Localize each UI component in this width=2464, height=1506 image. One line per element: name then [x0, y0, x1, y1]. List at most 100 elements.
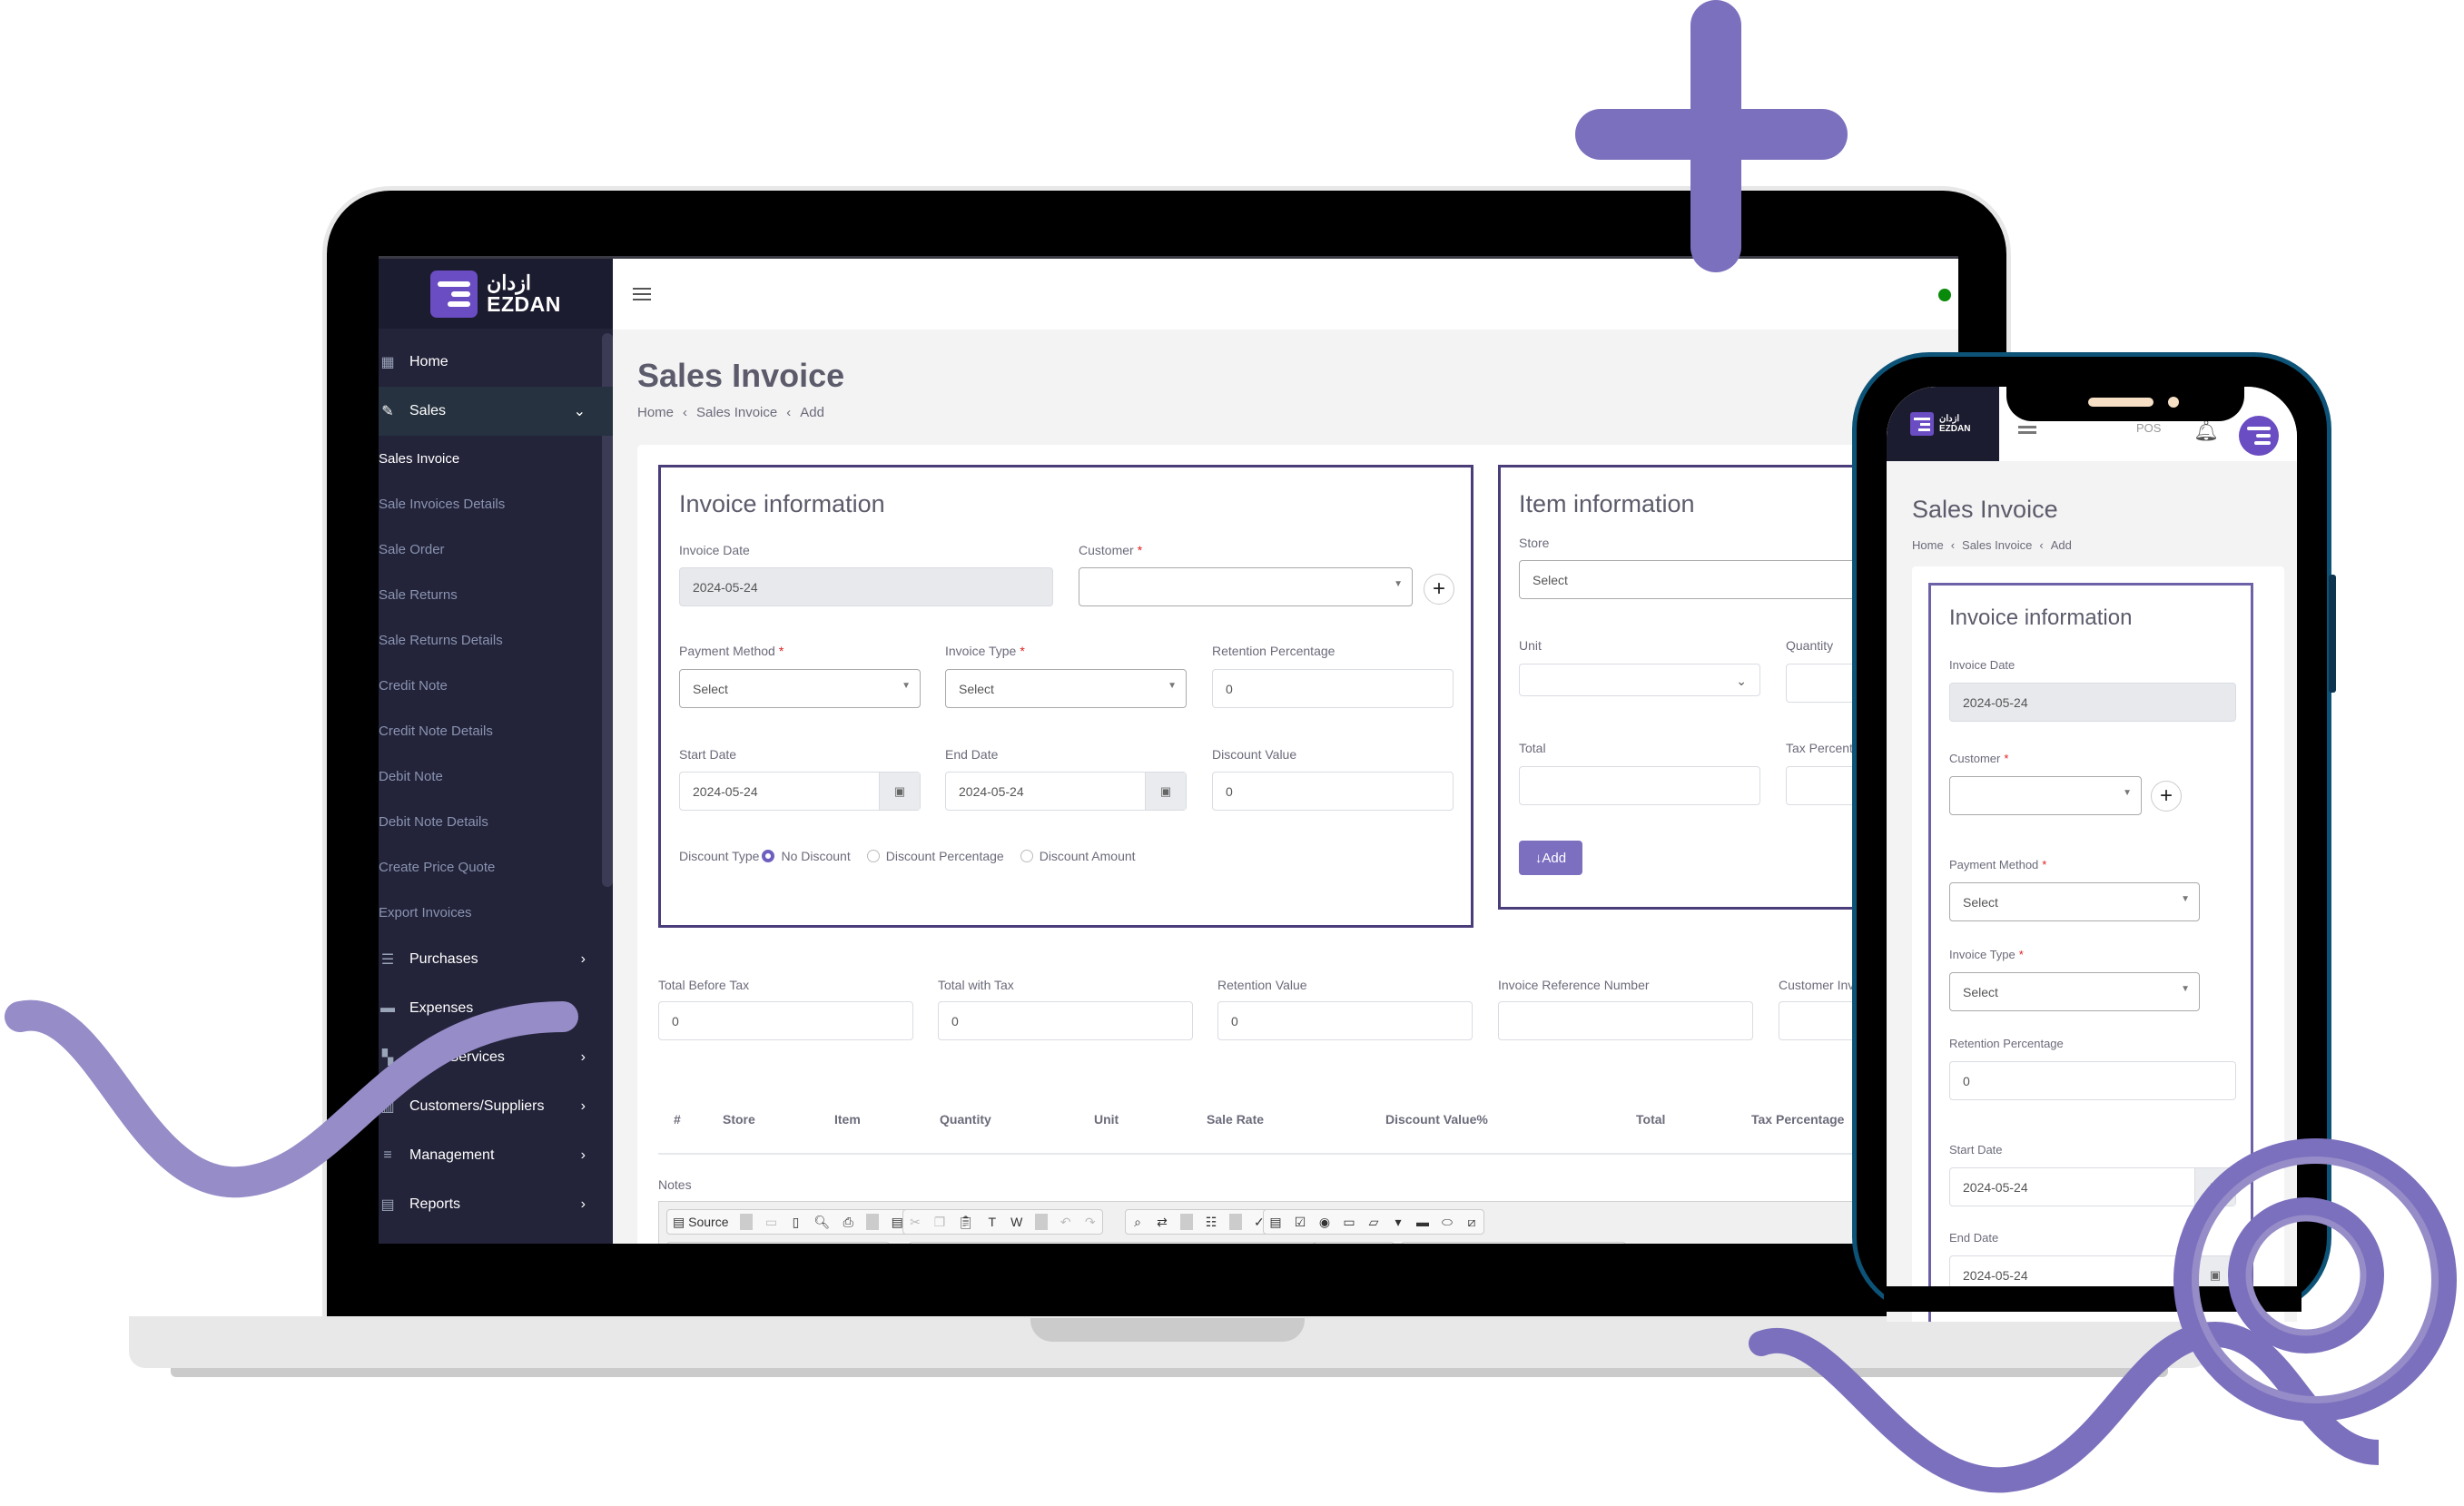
sidebar-subitem-debit-note-details[interactable]: Debit Note Details [379, 799, 613, 844]
undo-icon[interactable]: ↶ [1060, 1215, 1072, 1230]
sidebar-subitem-sale-order[interactable]: Sale Order [379, 527, 613, 572]
invoice-type-select[interactable]: Select ▼ [945, 669, 1187, 708]
add-button-label: Add [1542, 850, 1567, 866]
sidebar-subitem-debit-note[interactable]: Debit Note [379, 753, 613, 799]
start-date-input[interactable]: 2024-05-24 ▣ [679, 772, 921, 811]
add-customer-button[interactable]: + [1424, 574, 1454, 605]
notification-bell-icon[interactable]: 🔔︎ [2193, 419, 2219, 443]
user-avatar[interactable] [2239, 416, 2279, 456]
paste-text-icon[interactable]: T [986, 1215, 999, 1229]
radio-icon[interactable]: ◉ [1318, 1215, 1331, 1230]
add-item-button[interactable]: ↓ Add [1519, 841, 1582, 875]
table-header-discount-value: Discount Value% [1385, 1112, 1488, 1127]
hidden-field-icon[interactable]: ⧄ [1465, 1215, 1478, 1230]
new-page-icon[interactable]: ▯ [789, 1215, 802, 1230]
sidebar-item-home[interactable]: ▦ Home [379, 338, 613, 387]
unit-select[interactable]: ⌄ [1519, 664, 1760, 696]
select-field-icon[interactable]: ▾ [1392, 1215, 1404, 1230]
breadcrumb: Home ‹ Sales Invoice ‹ Add [1912, 538, 2072, 552]
sidebar-subitem-sale-returns[interactable]: Sale Returns [379, 572, 613, 617]
radio-no-discount[interactable] [762, 850, 775, 862]
cut-icon[interactable]: ✂ [909, 1215, 922, 1230]
online-status-indicator [1938, 289, 1951, 301]
redo-icon[interactable]: ↷ [1084, 1215, 1097, 1230]
preview-icon[interactable]: 🔍︎ [813, 1215, 830, 1230]
image-button-icon[interactable]: ⬭ [1441, 1215, 1454, 1230]
customer-select[interactable]: ▼ [1949, 776, 2142, 815]
retention-value-value: 0 [1231, 1013, 1238, 1029]
textarea-icon[interactable]: ▱ [1367, 1215, 1380, 1230]
invoice-type-select[interactable]: Select ▼ [1949, 972, 2200, 1011]
hamburger-menu-icon[interactable] [633, 288, 651, 304]
payment-method-select[interactable]: Select ▼ [1949, 882, 2200, 921]
checkbox-icon[interactable]: ☑ [1294, 1215, 1306, 1230]
sidebar-subitem-export-invoices[interactable]: Export Invoices [379, 890, 613, 935]
toolbar-group-document: ▤ Source ▭ ▯ 🔍︎ ⎙ ▤ [666, 1209, 911, 1235]
invoice-date-label: Invoice Date [1949, 658, 2016, 672]
required-marker: * [1020, 644, 1025, 658]
add-customer-button[interactable]: + [2151, 781, 2182, 812]
sidebar-subitem-credit-note[interactable]: Credit Note [379, 663, 613, 708]
total-input[interactable] [1519, 766, 1760, 805]
calendar-icon[interactable]: ▣ [1145, 773, 1186, 810]
hamburger-menu-icon[interactable] [2018, 426, 2036, 437]
end-date-input[interactable]: 2024-05-24 ▣ [945, 772, 1187, 811]
text-field-icon[interactable]: ▭ [1343, 1215, 1355, 1230]
discount-value-input[interactable]: 0 [1212, 772, 1454, 811]
end-date-value: 2024-05-24 [1963, 1267, 2028, 1283]
breadcrumb-home[interactable]: Home [637, 405, 674, 420]
replace-icon[interactable]: ⇄ [1156, 1215, 1168, 1230]
select-all-icon[interactable]: ☷ [1205, 1215, 1217, 1230]
invoice-type-value: Select [1963, 984, 1998, 999]
payment-method-label-text: Payment Method [1949, 858, 2039, 871]
start-date-value: 2024-05-24 [1963, 1179, 2028, 1195]
sidebar-subitem-create-price-quote[interactable]: Create Price Quote [379, 844, 613, 890]
find-icon[interactable]: ⌕ [1131, 1215, 1144, 1230]
retention-percentage-input[interactable]: 0 [1212, 669, 1454, 708]
source-button[interactable]: ▤ Source [673, 1215, 728, 1230]
retention-percentage-input[interactable]: 0 [1949, 1061, 2236, 1100]
invoice-type-label: Invoice Type * [1949, 948, 2024, 961]
discount-type-group: Discount Type No Discount Discount Perce… [679, 849, 1136, 863]
breadcrumb-home[interactable]: Home [1912, 538, 1944, 552]
customer-select[interactable]: ▼ [1079, 567, 1413, 606]
button-icon[interactable]: ▬ [1416, 1215, 1429, 1229]
breadcrumb-sales-invoice[interactable]: Sales Invoice [696, 405, 777, 420]
radio-label[interactable]: Discount Percentage [886, 849, 1004, 863]
brand-logo[interactable]: ازدان EZDAN [379, 256, 613, 329]
copy-icon[interactable]: ❐ [933, 1215, 946, 1230]
breadcrumb-sales-invoice[interactable]: Sales Invoice [1962, 538, 2032, 552]
paste-icon[interactable]: 📋︎ [958, 1215, 974, 1230]
logo-icon [1910, 412, 1934, 436]
radio-label[interactable]: Discount Amount [1040, 849, 1136, 863]
paste-word-icon[interactable]: W [1010, 1215, 1023, 1229]
form-icon[interactable]: ▤ [1269, 1215, 1282, 1230]
total-with-tax-input[interactable]: 0 [938, 1001, 1193, 1040]
sidebar-subitem-sale-returns-details[interactable]: Sale Returns Details [379, 617, 613, 663]
sidebar-item-sales[interactable]: ✎ Sales ⌄ [379, 387, 613, 436]
sidebar-subitem-sales-invoice[interactable]: Sales Invoice [379, 436, 613, 481]
save-icon[interactable]: ▭ [764, 1215, 777, 1230]
sidebar-subitem-sale-invoices-details[interactable]: Sale Invoices Details [379, 481, 613, 527]
print-icon[interactable]: ⎙ [842, 1215, 854, 1230]
pos-link[interactable]: POS [2136, 421, 2161, 435]
sidebar-item-label: Purchases [409, 951, 478, 967]
toolbar-group-insert: 🖼︎ ▦ ● ⊞ ☰ ☺ Ω ⇶ 🌐︎ [1401, 1242, 1627, 1244]
page-title: Sales Invoice [637, 357, 845, 394]
discount-value-label: Discount Value [1212, 747, 1297, 762]
chevron-down-icon: ⌄ [573, 404, 586, 419]
payment-method-label: Payment Method * [679, 644, 784, 658]
phone-brand-logo[interactable]: ازدان EZDAN [1887, 387, 1999, 461]
retention-value-input[interactable]: 0 [1217, 1001, 1473, 1040]
calendar-icon[interactable]: ▣ [879, 773, 920, 810]
radio-label[interactable]: No Discount [781, 849, 850, 863]
invoice-reference-number-input[interactable] [1498, 1001, 1753, 1040]
radio-discount-percentage[interactable] [866, 850, 880, 862]
payment-method-select[interactable]: Select ▼ [679, 669, 921, 708]
sidebar-subitem-credit-note-details[interactable]: Credit Note Details [379, 708, 613, 753]
total-before-tax-input[interactable]: 0 [658, 1001, 913, 1040]
sidebar-item-purchases[interactable]: ☰ Purchases › [379, 935, 613, 984]
notes-label: Notes [658, 1177, 692, 1192]
radio-discount-amount[interactable] [1020, 850, 1033, 862]
sidebar-item-label: Sales [409, 403, 447, 418]
